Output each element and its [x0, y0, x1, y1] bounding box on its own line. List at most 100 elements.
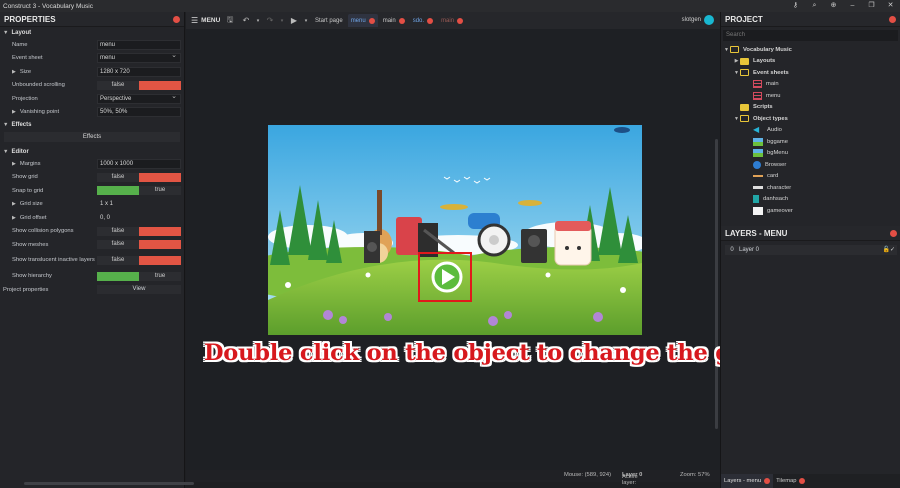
user-account[interactable]: slotgen [682, 15, 714, 25]
tab-sdo[interactable]: sdo. [410, 14, 436, 27]
prop-margins-label[interactable]: Margins [0, 161, 96, 168]
tab-menu-layout[interactable]: menu [347, 14, 378, 27]
project-search-input[interactable]: Search [723, 30, 898, 41]
preview-dropdown-icon[interactable]: ▾ [302, 18, 310, 24]
key-icon[interactable]: ⚷ [786, 0, 805, 12]
tree-item-bggame[interactable]: bggame [721, 136, 900, 148]
tree-item-eventsheet-main[interactable]: main [721, 79, 900, 91]
close-button[interactable]: ✕ [881, 0, 900, 12]
tab-layers-menu[interactable]: Layers - menu [721, 474, 774, 488]
tree-item-objecttypes[interactable]: ▼ Object types [721, 113, 900, 125]
tab-main[interactable]: main [380, 14, 408, 27]
undo-dropdown-icon[interactable]: ▾ [254, 18, 262, 24]
tab-close-dot[interactable] [368, 17, 375, 24]
collision-toggle[interactable]: false [97, 226, 181, 236]
vanishing-field[interactable]: 50%, 50% [97, 107, 181, 118]
expand-icon[interactable]: ▼ [723, 47, 730, 53]
properties-header: PROPERTIES [0, 12, 184, 27]
projection-select[interactable]: Perspective [97, 93, 181, 104]
eventsheet-select[interactable]: menu [97, 52, 181, 64]
tree-item-character[interactable]: character [721, 182, 900, 194]
layer-row[interactable]: 0 Layer 0 🔓✓ [725, 245, 897, 255]
hierarchy-toggle[interactable]: true [97, 271, 181, 281]
toggle-indicator [97, 271, 139, 281]
minimize-button[interactable]: – [843, 0, 862, 12]
tree-item-browser[interactable]: Browser [721, 159, 900, 171]
tab-close-dot[interactable] [427, 17, 434, 24]
snapgrid-toggle[interactable]: true [97, 186, 181, 196]
tree-item-label: card [767, 173, 779, 180]
expand-icon[interactable]: ▶ [733, 58, 740, 64]
gridoffset-field[interactable]: 0, 0 [97, 213, 181, 223]
tree-item-eventsheet-menu[interactable]: menu [721, 90, 900, 102]
prop-vanishing-label[interactable]: Vanishing point [0, 109, 96, 116]
tab-start-page[interactable]: Start page [312, 14, 346, 27]
unbounded-toggle[interactable]: false [97, 80, 181, 90]
margins-field[interactable]: 1000 x 1000 [97, 158, 181, 169]
tree-item-scripts[interactable]: Scripts [721, 102, 900, 114]
tab-close-dot[interactable] [764, 478, 771, 484]
horizontal-scrollbar[interactable] [24, 482, 194, 485]
restore-button[interactable]: ❐ [862, 0, 881, 12]
tree-item-label: main [766, 81, 779, 88]
translucent-toggle[interactable]: false [97, 256, 181, 265]
selected-object-highlight[interactable] [418, 252, 472, 302]
tab-close-dot[interactable] [457, 17, 464, 24]
layout-view[interactable]: Double click on the object to change the… [186, 29, 818, 470]
expand-icon[interactable]: ▼ [733, 116, 740, 122]
size-field[interactable]: 1280 x 720 [97, 66, 181, 77]
tree-item-eventsheets[interactable]: ▼ Event sheets [721, 67, 900, 79]
tree-item-gameover[interactable]: gameover [721, 205, 900, 217]
panel-menu-dot[interactable] [173, 16, 180, 23]
expand-icon[interactable]: ▼ [733, 70, 740, 76]
menu-button[interactable]: ☰ MENU [186, 16, 222, 25]
toggle-value: false [97, 256, 139, 265]
tab-tilemap[interactable]: Tilemap [773, 474, 808, 488]
tree-item-project[interactable]: ▼ Vocabulary Music [721, 44, 900, 56]
tree-item-label: Layouts [753, 58, 776, 65]
showgrid-toggle[interactable]: false [97, 172, 181, 182]
username: slotgen [681, 17, 701, 23]
meshes-toggle[interactable]: false [97, 240, 181, 250]
vertical-scrollbar[interactable] [715, 139, 718, 429]
gridsize-field[interactable]: 1 x 1 [97, 199, 181, 209]
tree-item-label: danhsach [763, 196, 789, 203]
tree-item-layouts[interactable]: ▶ Layouts [721, 56, 900, 68]
effects-button[interactable]: Effects [4, 132, 180, 142]
tree-item-bgmenu[interactable]: bgMenu [721, 148, 900, 160]
prop-gridoffset: Grid offset0, 0 [0, 211, 184, 225]
project-tree: ▼ Vocabulary Music ▶ Layouts ▼ Event sheets… [721, 44, 900, 226]
redo-icon[interactable]: ↷ [262, 16, 278, 25]
redo-dropdown-icon[interactable]: ▾ [278, 18, 286, 24]
panel-menu-dot[interactable] [889, 16, 896, 23]
prop-gridoffset-label[interactable]: Grid offset [0, 215, 96, 222]
tab-main-eventsheet[interactable]: main [438, 14, 466, 27]
tree-item-audio[interactable]: ◀ Audio [721, 125, 900, 137]
section-effects[interactable]: ▼ Effects [0, 119, 184, 130]
undo-icon[interactable]: ↶ [238, 16, 254, 25]
tree-item-danhsach[interactable]: danhsach [721, 194, 900, 206]
tab-label: Start page [315, 17, 343, 24]
tab-close-dot[interactable] [799, 478, 806, 484]
tab-close-dot[interactable] [398, 17, 405, 24]
zoom-icon[interactable]: ⊕ [824, 0, 843, 12]
section-layout-label: Layout [11, 29, 32, 36]
save-icon[interactable]: 🖫 [222, 14, 238, 28]
search-icon[interactable]: ⌕ [805, 0, 824, 12]
section-layout[interactable]: ▼ Layout [0, 27, 184, 38]
prop-size-label[interactable]: Size [0, 69, 96, 76]
sprite-icon [753, 175, 763, 178]
folder-open-icon [730, 46, 739, 54]
view-project-button[interactable]: View [97, 285, 181, 295]
toggle-value: false [97, 226, 139, 236]
layout-scene[interactable] [268, 125, 642, 335]
name-field[interactable]: menu [97, 39, 181, 50]
section-editor[interactable]: ▼ Editor [0, 146, 184, 157]
tree-item-label: character [767, 184, 792, 191]
tree-item-card[interactable]: card [721, 171, 900, 183]
preview-play-icon[interactable]: ▶ [286, 16, 302, 25]
lock-visible-icon[interactable]: 🔓✓ [883, 245, 896, 255]
panel-menu-dot[interactable] [890, 230, 897, 237]
collapse-icon: ▼ [3, 29, 9, 36]
prop-gridsize-label[interactable]: Grid size [0, 201, 96, 208]
